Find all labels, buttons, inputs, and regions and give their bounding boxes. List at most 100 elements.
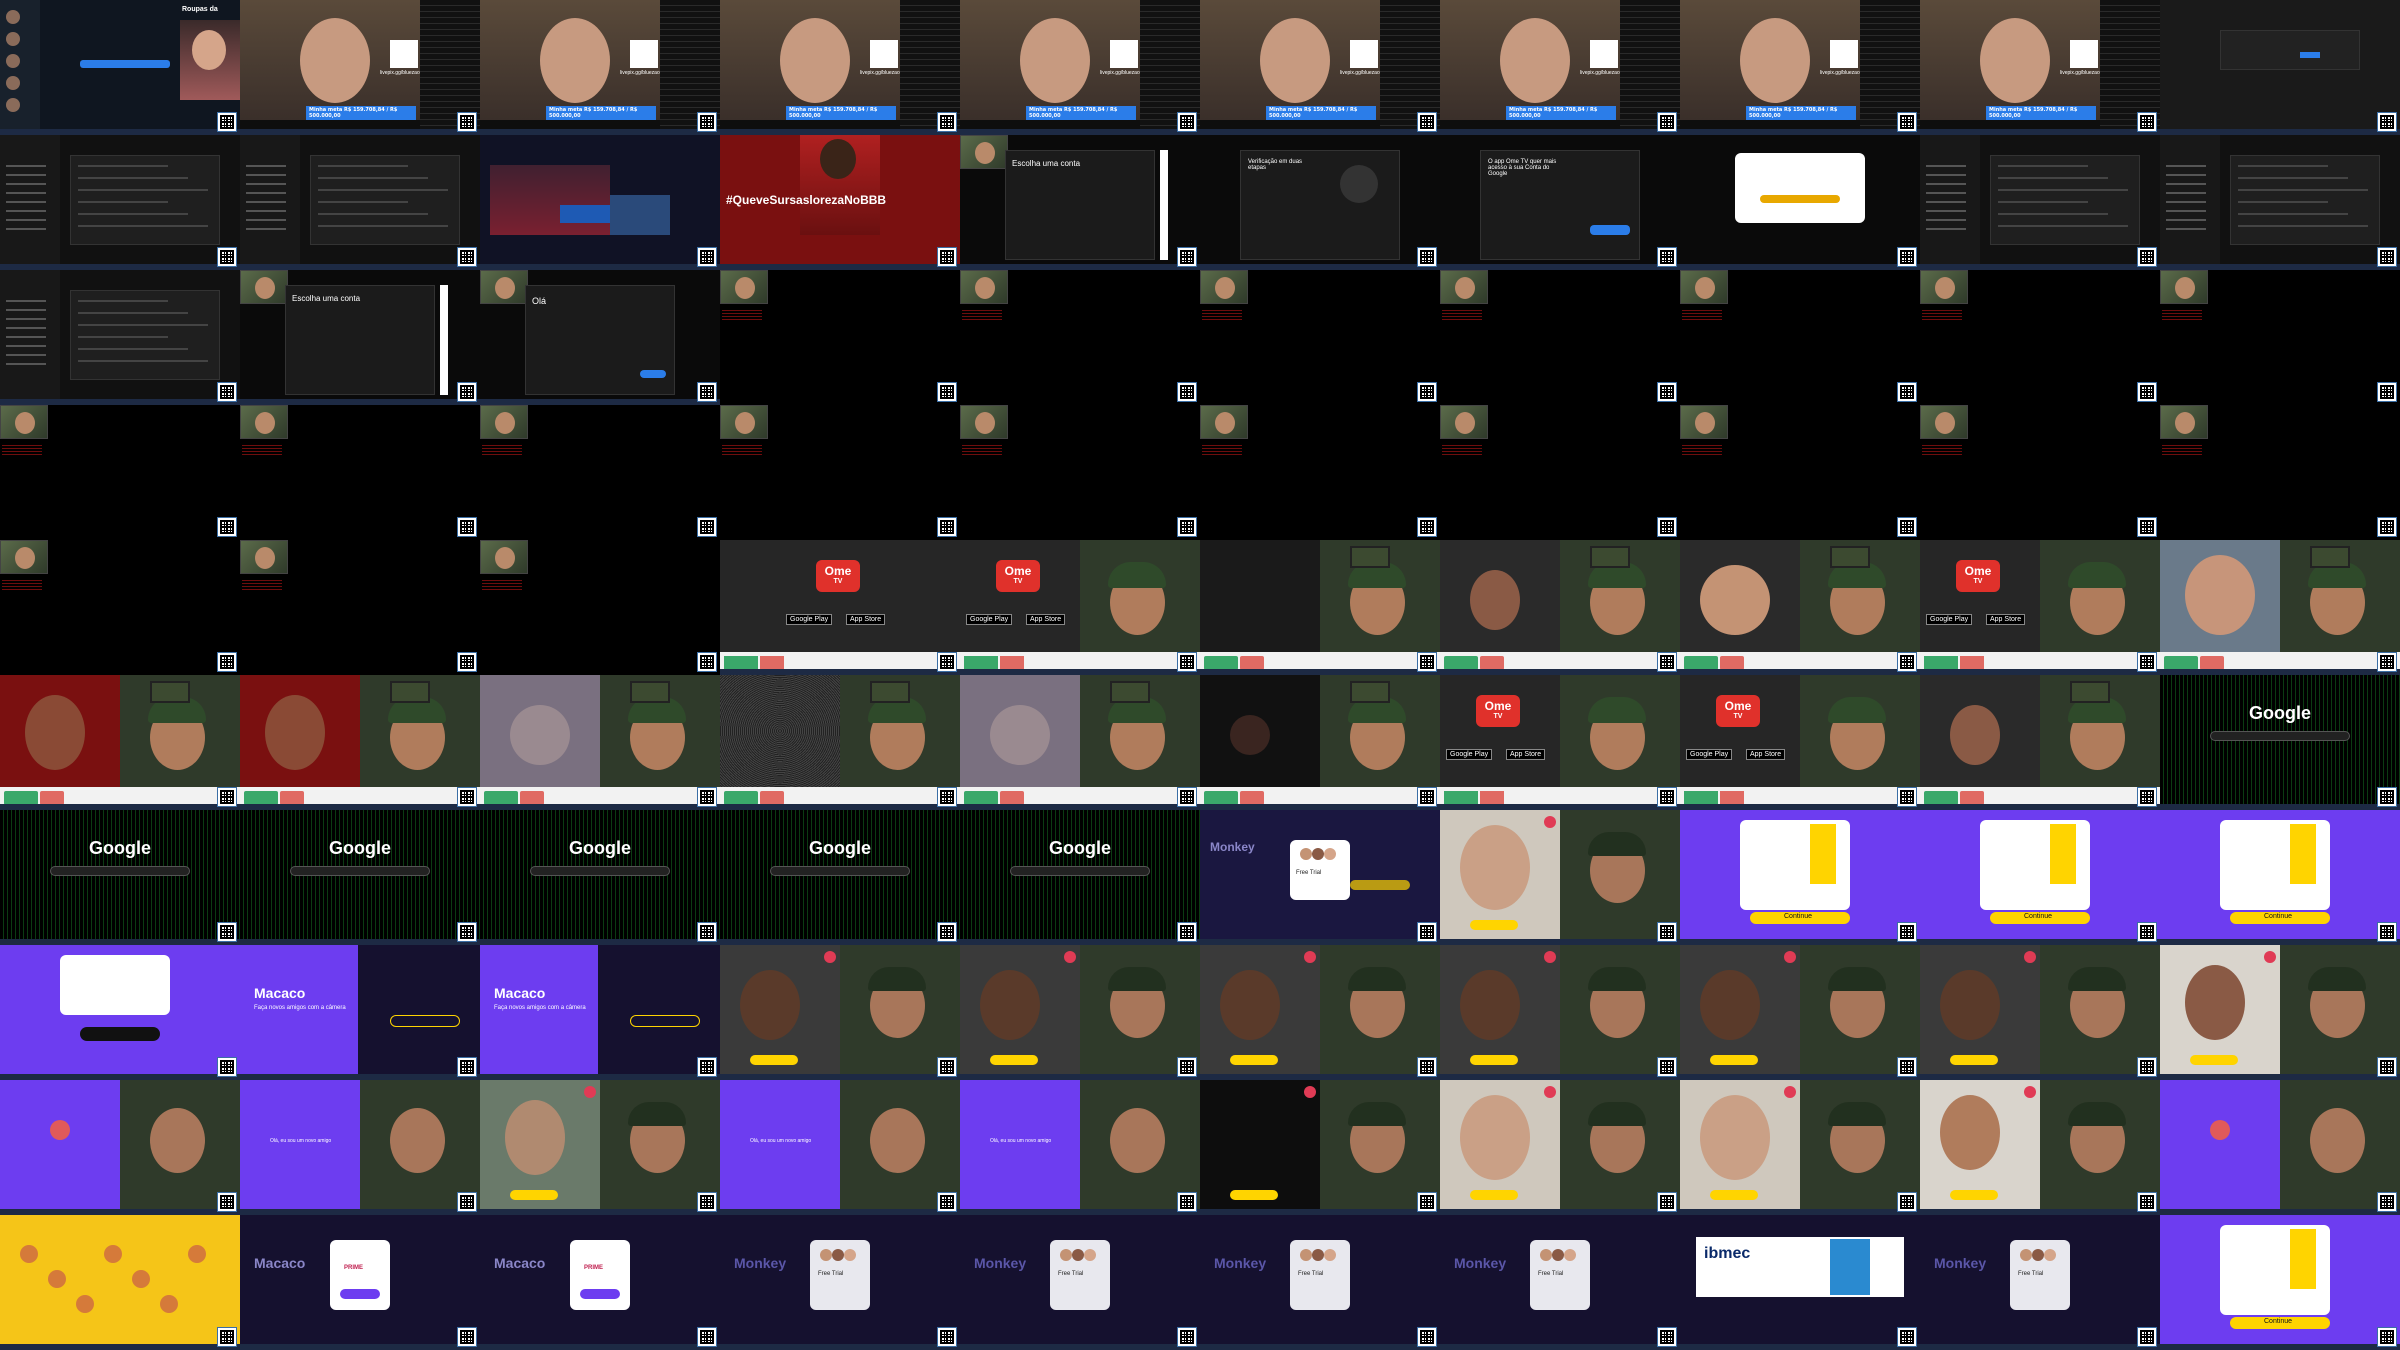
app-store-badge[interactable]: App Store — [1746, 749, 1786, 760]
close-icon[interactable] — [2264, 951, 2276, 963]
next-button[interactable] — [724, 791, 758, 805]
next-button[interactable] — [4, 791, 38, 805]
close-icon[interactable] — [1784, 951, 1796, 963]
continue-button[interactable] — [80, 1027, 160, 1041]
friend-button[interactable] — [1710, 1055, 1758, 1065]
app-store-badge[interactable]: App Store — [846, 614, 886, 625]
next-button[interactable] — [964, 656, 998, 670]
search-input[interactable] — [290, 866, 430, 876]
app-store-badge[interactable]: App Store — [1986, 614, 2026, 625]
sidebar-line — [246, 201, 286, 203]
google-play-badge[interactable]: Google Play — [1446, 749, 1493, 760]
close-icon[interactable] — [824, 951, 836, 963]
next-button[interactable] — [244, 791, 278, 805]
stop-button[interactable] — [1240, 791, 1264, 805]
popup-button[interactable] — [1760, 195, 1840, 203]
next-button[interactable] — [1204, 791, 1238, 805]
search-input[interactable] — [530, 866, 670, 876]
stop-button[interactable] — [1240, 656, 1264, 670]
search-input[interactable] — [50, 866, 190, 876]
search-input[interactable] — [2210, 731, 2350, 741]
friend-button[interactable] — [1230, 1055, 1278, 1065]
friend-button[interactable] — [990, 1055, 1038, 1065]
next-button[interactable] — [1924, 656, 1958, 670]
google-play-badge[interactable]: Google Play — [966, 614, 1013, 625]
start-button[interactable] — [390, 1015, 460, 1027]
stop-button[interactable] — [1480, 791, 1504, 805]
next-button[interactable] — [640, 370, 666, 378]
close-icon[interactable] — [2024, 951, 2036, 963]
stop-button[interactable] — [1960, 656, 1984, 670]
friend-button[interactable] — [750, 1055, 798, 1065]
continue-button[interactable] — [1590, 225, 1630, 235]
next-button[interactable] — [964, 791, 998, 805]
setting-row — [1998, 225, 2128, 227]
friend-button[interactable] — [1230, 1190, 1278, 1200]
next-button[interactable] — [1204, 656, 1238, 670]
face-shape — [50, 1120, 70, 1140]
stop-button[interactable] — [520, 791, 544, 805]
close-icon[interactable] — [1544, 1086, 1556, 1098]
plan-highlight — [1810, 824, 1836, 884]
friend-button[interactable] — [1950, 1190, 1998, 1200]
friend-button[interactable] — [1710, 1190, 1758, 1200]
search-input[interactable] — [1010, 866, 1150, 876]
stop-button[interactable] — [1720, 791, 1744, 805]
frame-92: Macaco PRIME — [240, 1215, 480, 1350]
close-icon[interactable] — [2024, 1086, 2036, 1098]
next-button[interactable] — [1684, 656, 1718, 670]
close-icon[interactable] — [584, 1086, 596, 1098]
friend-button[interactable] — [1470, 920, 1518, 930]
stop-button[interactable] — [2200, 656, 2224, 670]
close-icon[interactable] — [1064, 951, 1076, 963]
friend-button[interactable] — [1470, 1190, 1518, 1200]
sidebar-line — [6, 165, 46, 167]
webcam-pip — [1200, 270, 1248, 304]
stop-button[interactable] — [760, 791, 784, 805]
google-play-badge[interactable]: Google Play — [1686, 749, 1733, 760]
friend-button[interactable] — [1470, 1055, 1518, 1065]
subscribe-button[interactable] — [340, 1289, 380, 1299]
webcam-pip — [0, 405, 48, 439]
stop-button[interactable] — [1960, 791, 1984, 805]
frame-12 — [240, 135, 480, 270]
next-button[interactable] — [2164, 656, 2198, 670]
next-button[interactable] — [1924, 791, 1958, 805]
google-play-badge[interactable]: Google Play — [786, 614, 833, 625]
qr-code-icon — [697, 652, 717, 672]
stop-button[interactable] — [1000, 791, 1024, 805]
friend-button[interactable] — [2190, 1055, 2238, 1065]
app-store-badge[interactable]: App Store — [1026, 614, 1066, 625]
friend-button[interactable] — [510, 1190, 558, 1200]
stop-button[interactable] — [760, 656, 784, 670]
next-button[interactable] — [1684, 791, 1718, 805]
close-icon[interactable] — [1544, 816, 1556, 828]
start-button[interactable] — [1350, 880, 1410, 890]
next-button[interactable] — [1444, 656, 1478, 670]
close-icon[interactable] — [1784, 1086, 1796, 1098]
face-shape — [1300, 848, 1312, 860]
news-thumb — [610, 195, 670, 235]
app-store-badge[interactable]: App Store — [1506, 749, 1546, 760]
close-icon[interactable] — [1544, 951, 1556, 963]
cap-shape — [1828, 967, 1886, 991]
stop-button[interactable] — [1000, 656, 1024, 670]
close-icon[interactable] — [1304, 1086, 1316, 1098]
sidebar-line — [2166, 174, 2206, 176]
next-button[interactable] — [724, 656, 758, 670]
goal-banner: Minha meta R$ 159.708,84 / R$ 500.000,00 — [1266, 106, 1376, 120]
stop-button[interactable] — [40, 791, 64, 805]
subscribe-button[interactable] — [580, 1289, 620, 1299]
face-shape — [1540, 1249, 1552, 1261]
close-icon[interactable] — [1304, 951, 1316, 963]
next-button[interactable] — [1444, 791, 1478, 805]
stop-button[interactable] — [1720, 656, 1744, 670]
start-button[interactable] — [630, 1015, 700, 1027]
submit-button[interactable] — [2300, 52, 2320, 58]
friend-button[interactable] — [1950, 1055, 1998, 1065]
stop-button[interactable] — [1480, 656, 1504, 670]
next-button[interactable] — [484, 791, 518, 805]
search-input[interactable] — [770, 866, 910, 876]
google-play-badge[interactable]: Google Play — [1926, 614, 1973, 625]
stop-button[interactable] — [280, 791, 304, 805]
